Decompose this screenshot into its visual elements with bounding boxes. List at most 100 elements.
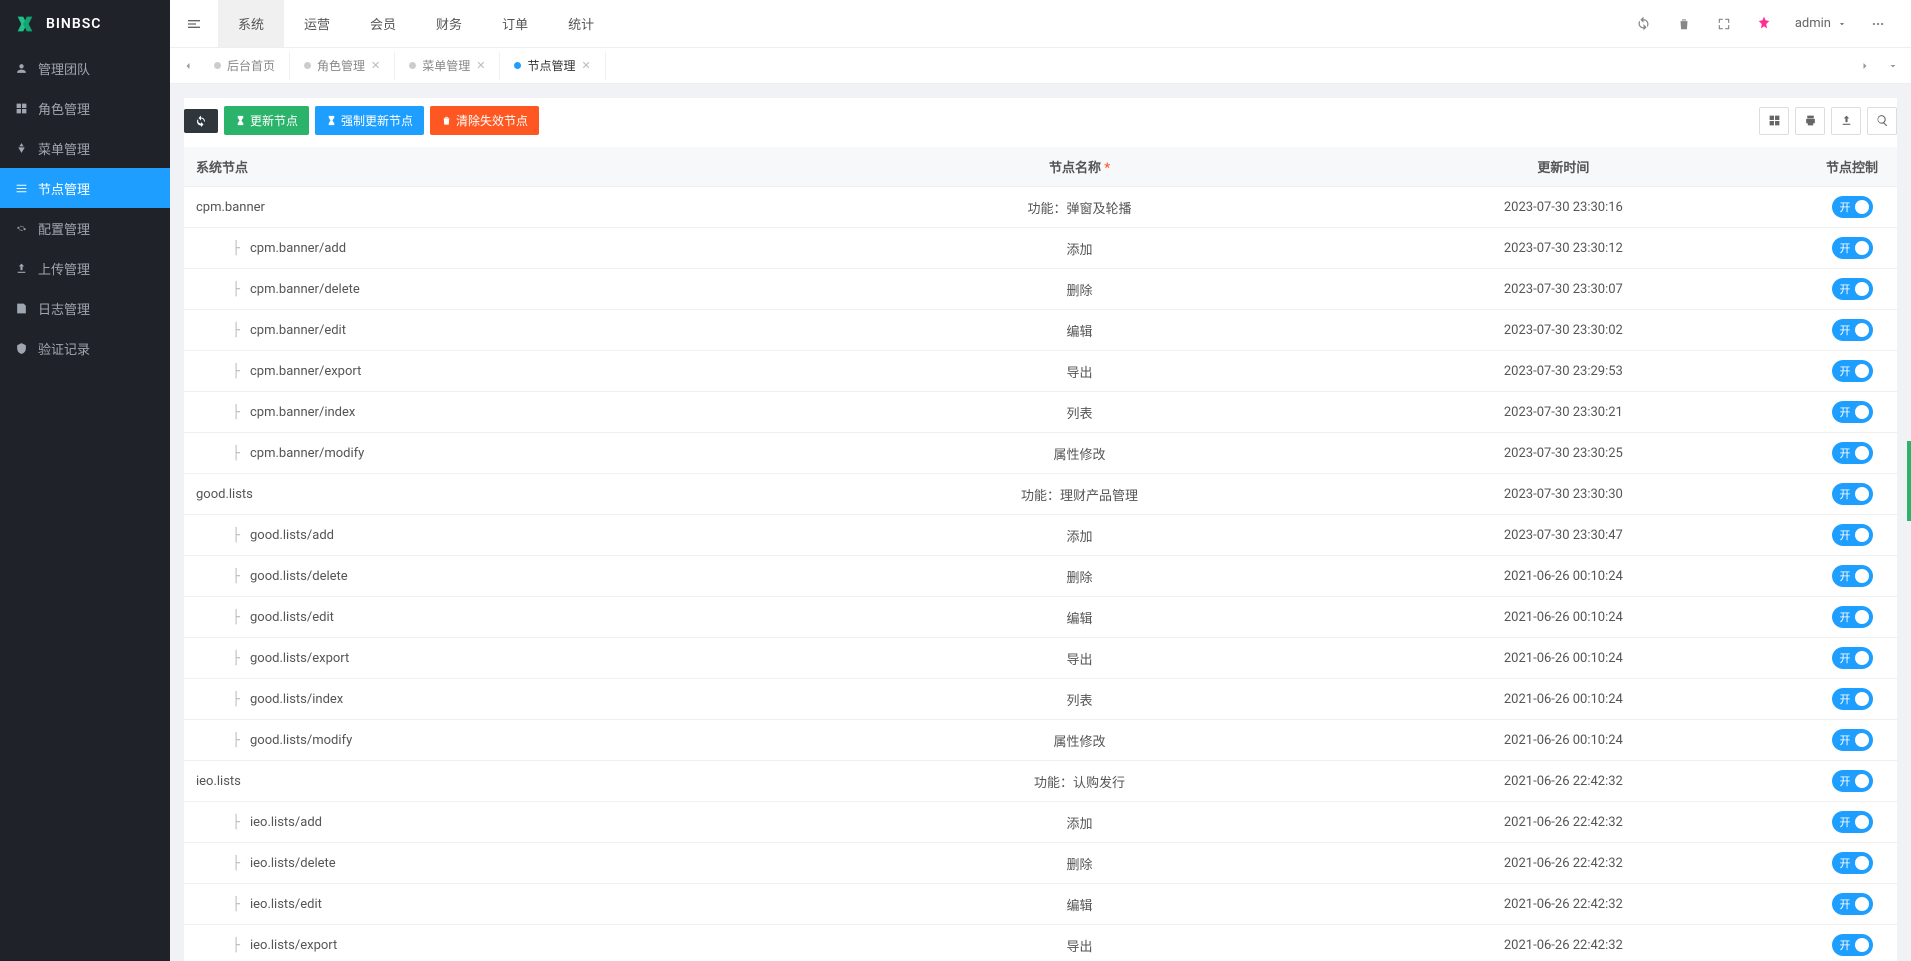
switch-toggle[interactable]: 开	[1832, 852, 1873, 874]
switch-toggle[interactable]: 开	[1832, 196, 1873, 218]
trash-icon[interactable]	[1665, 0, 1703, 48]
th-name: 节点名称 *	[839, 147, 1319, 187]
clear-invalid-button[interactable]: 清除失效节点	[430, 106, 539, 135]
top-tab-4[interactable]: 订单	[482, 0, 548, 47]
sidebar-item-4[interactable]: 配置管理	[0, 208, 170, 248]
refresh-icon[interactable]	[1625, 0, 1663, 48]
switch-toggle[interactable]: 开	[1832, 934, 1873, 956]
cell-time: 2021-06-26 22:42:32	[1320, 802, 1807, 843]
bc-tab-label: 后台首页	[227, 57, 275, 74]
switch-knob	[1855, 692, 1869, 706]
bc-tab-label: 菜单管理	[422, 57, 470, 74]
user-icon	[14, 62, 28, 75]
user-menu[interactable]: admin	[1785, 16, 1857, 31]
sidebar: BINBSC 管理团队角色管理菜单管理节点管理配置管理上传管理日志管理验证记录	[0, 0, 170, 961]
bc-tab-2[interactable]: 菜单管理 ✕	[395, 52, 500, 80]
switch-toggle[interactable]: 开	[1832, 565, 1873, 587]
switch-toggle[interactable]: 开	[1832, 442, 1873, 464]
sidebar-item-label: 上传管理	[38, 259, 90, 278]
switch-toggle[interactable]: 开	[1832, 811, 1873, 833]
switch-toggle[interactable]: 开	[1832, 360, 1873, 382]
columns-button[interactable]	[1759, 107, 1789, 135]
table-row: ieo.lists 功能：认购发行 2021-06-26 22:42:32 开	[184, 761, 1897, 802]
sidebar-item-6[interactable]: 日志管理	[0, 288, 170, 328]
top-tab-2[interactable]: 会员	[350, 0, 416, 47]
close-icon[interactable]: ✕	[476, 59, 485, 72]
cell-ctrl: 开	[1807, 843, 1897, 884]
cell-ctrl: 开	[1807, 310, 1897, 351]
cell-ctrl: 开	[1807, 392, 1897, 433]
switch-knob	[1855, 856, 1869, 870]
bc-tab-label: 角色管理	[317, 57, 365, 74]
sidebar-item-0[interactable]: 管理团队	[0, 48, 170, 88]
switch-toggle[interactable]: 开	[1832, 606, 1873, 628]
switch-toggle[interactable]: 开	[1832, 688, 1873, 710]
close-icon[interactable]: ✕	[371, 59, 380, 72]
switch-toggle[interactable]: 开	[1832, 893, 1873, 915]
more-icon[interactable]	[1859, 0, 1897, 48]
top-tabs: 系统运营会员财务订单统计	[218, 0, 614, 47]
list-icon	[14, 182, 28, 195]
switch-toggle[interactable]: 开	[1832, 647, 1873, 669]
close-icon[interactable]: ✕	[582, 59, 591, 72]
cell-time: 2021-06-26 22:42:32	[1320, 843, 1807, 884]
top-tab-3[interactable]: 财务	[416, 0, 482, 47]
switch-knob	[1855, 241, 1869, 255]
topbar: 系统运营会员财务订单统计 admin	[170, 0, 1911, 48]
switch-toggle[interactable]: 开	[1832, 729, 1873, 751]
th-node: 系统节点	[184, 147, 839, 187]
bc-dot	[514, 62, 521, 69]
cell-node: ├good.lists/modify	[184, 720, 839, 761]
cell-name: 属性修改	[839, 720, 1319, 761]
switch-toggle[interactable]: 开	[1832, 524, 1873, 546]
sidebar-item-1[interactable]: 角色管理	[0, 88, 170, 128]
search-button[interactable]	[1867, 107, 1897, 135]
bc-tab-0[interactable]: 后台首页	[200, 52, 290, 80]
fullscreen-icon[interactable]	[1705, 0, 1743, 48]
sidebar-toggle-button[interactable]	[170, 0, 218, 47]
update-node-button[interactable]: 更新节点	[224, 106, 309, 135]
cell-name: 功能：认购发行	[839, 761, 1319, 802]
cell-node: ├good.lists/index	[184, 679, 839, 720]
sidebar-item-7[interactable]: 验证记录	[0, 328, 170, 368]
sidebar-item-5[interactable]: 上传管理	[0, 248, 170, 288]
table-row: ├good.lists/export 导出 2021-06-26 00:10:2…	[184, 638, 1897, 679]
top-tab-5[interactable]: 统计	[548, 0, 614, 47]
cell-node: good.lists	[184, 474, 839, 515]
refresh-button[interactable]	[184, 109, 218, 133]
bc-dot	[409, 62, 416, 69]
sidebar-item-2[interactable]: 菜单管理	[0, 128, 170, 168]
switch-toggle[interactable]: 开	[1832, 237, 1873, 259]
cell-ctrl: 开	[1807, 187, 1897, 228]
sidebar-item-label: 角色管理	[38, 99, 90, 118]
cell-ctrl: 开	[1807, 679, 1897, 720]
switch-toggle[interactable]: 开	[1832, 278, 1873, 300]
sidebar-item-3[interactable]: 节点管理	[0, 168, 170, 208]
verify-icon	[14, 342, 28, 355]
tree-icon	[14, 142, 28, 155]
bc-tab-1[interactable]: 角色管理 ✕	[290, 52, 395, 80]
bc-prev-button[interactable]	[176, 60, 200, 72]
switch-knob	[1855, 610, 1869, 624]
cell-name: 属性修改	[839, 433, 1319, 474]
sidebar-item-label: 配置管理	[38, 219, 90, 238]
cell-time: 2021-06-26 00:10:24	[1320, 720, 1807, 761]
bc-next-button[interactable]	[1853, 60, 1877, 72]
switch-toggle[interactable]: 开	[1832, 319, 1873, 341]
print-button[interactable]	[1795, 107, 1825, 135]
bc-dropdown-button[interactable]	[1881, 60, 1905, 72]
export-button[interactable]	[1831, 107, 1861, 135]
switch-toggle[interactable]: 开	[1832, 483, 1873, 505]
sidebar-nav: 管理团队角色管理菜单管理节点管理配置管理上传管理日志管理验证记录	[0, 48, 170, 368]
force-update-button[interactable]: 强制更新节点	[315, 106, 424, 135]
cell-ctrl: 开	[1807, 556, 1897, 597]
cell-time: 2023-07-30 23:30:21	[1320, 392, 1807, 433]
cell-ctrl: 开	[1807, 228, 1897, 269]
top-tab-0[interactable]: 系统	[218, 0, 284, 47]
brand-text: BINBSC	[46, 16, 101, 32]
switch-toggle[interactable]: 开	[1832, 401, 1873, 423]
bc-tab-3[interactable]: 节点管理✕	[500, 52, 605, 80]
unicorn-icon[interactable]	[1745, 0, 1783, 48]
switch-toggle[interactable]: 开	[1832, 770, 1873, 792]
top-tab-1[interactable]: 运营	[284, 0, 350, 47]
